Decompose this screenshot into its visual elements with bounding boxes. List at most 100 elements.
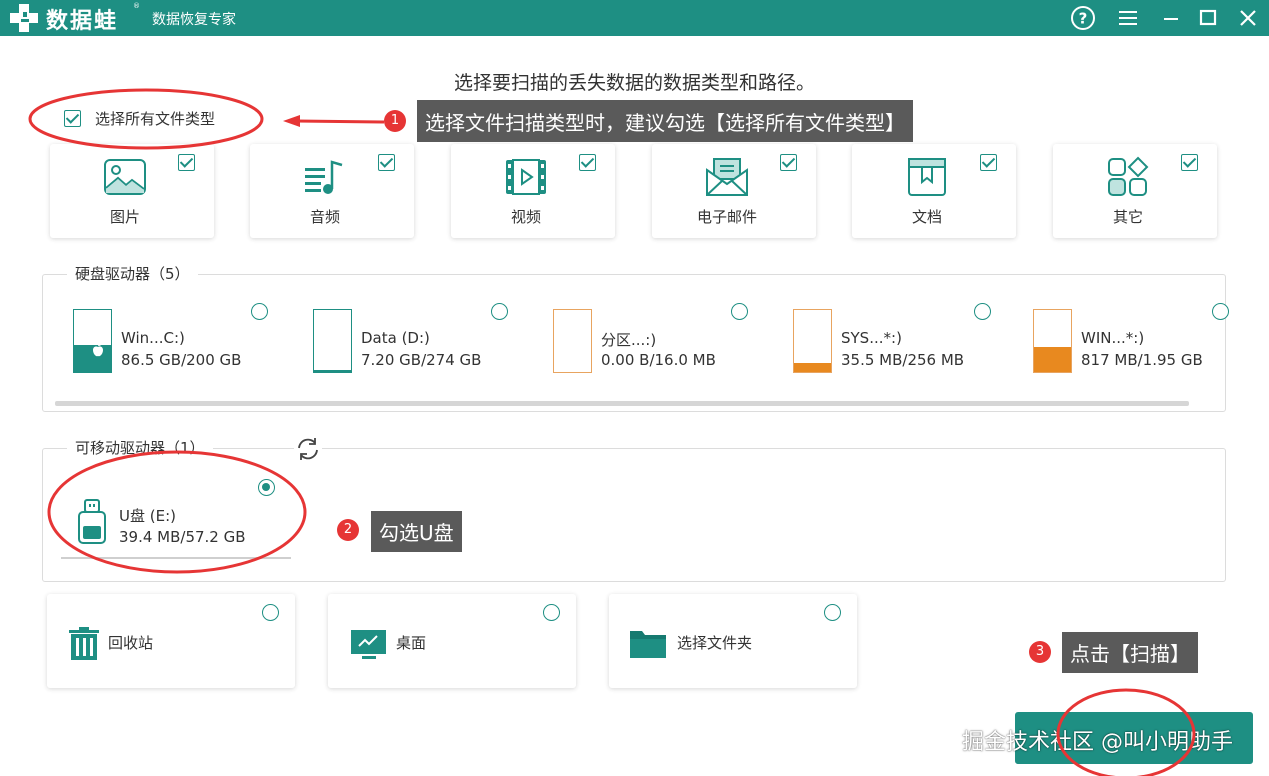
file-type-card-document[interactable]: 文档 (852, 144, 1016, 238)
annotation-arrowhead (283, 115, 300, 127)
file-type-card-email[interactable]: 电子邮件 (652, 144, 816, 238)
menu-icon (1119, 11, 1137, 25)
menu-button[interactable] (1114, 4, 1142, 32)
close-icon (1240, 10, 1256, 26)
drive-usage-fill (794, 363, 831, 372)
refresh-icon[interactable] (294, 436, 322, 462)
drive-item-win[interactable]: WIN...*:) 817 MB/1.95 GB (1003, 303, 1233, 377)
drive-name: WIN...*:) (1081, 329, 1145, 347)
callout-2: 勾选U盘 (371, 511, 462, 552)
location-radio[interactable] (543, 604, 560, 621)
drive-usage-fill (314, 370, 351, 372)
drive-size: 86.5 GB/200 GB (121, 351, 242, 369)
audio-icon (305, 160, 343, 194)
file-type-label: 图片 (109, 208, 140, 226)
document-icon (908, 158, 946, 196)
registered-mark: ® (133, 2, 140, 10)
drive-usage-bar (553, 309, 592, 373)
removable-drives-title: 可移动驱动器（1） (67, 437, 213, 458)
file-type-card-image[interactable]: 图片 (50, 144, 214, 238)
usb-drive-icon (78, 499, 106, 544)
location-card-desktop[interactable]: 桌面 (328, 594, 576, 688)
drive-item-c[interactable]: Win...C:) 86.5 GB/200 GB (43, 303, 273, 377)
drive-radio[interactable] (731, 303, 748, 320)
drive-item-sys[interactable]: SYS...*:) 35.5 MB/256 MB (763, 303, 993, 377)
location-label: 选择文件夹 (677, 634, 753, 652)
minimize-icon (1164, 18, 1178, 20)
app-logo-icon (10, 4, 38, 32)
drive-item-partition[interactable]: 分区...:) 0.00 B/16.0 MB (523, 303, 753, 377)
file-type-label: 音频 (309, 208, 340, 226)
checkbox-checked-icon[interactable] (980, 154, 997, 171)
drive-name: Data (D:) (361, 329, 430, 347)
recycle-bin-icon (69, 627, 99, 660)
callout-text: 点击【扫描】 (1070, 642, 1190, 666)
drive-size: 35.5 MB/256 MB (841, 351, 965, 369)
location-card-select-folder[interactable]: 选择文件夹 (609, 594, 857, 688)
os-logo-icon (93, 343, 103, 357)
drive-usage-bar (73, 309, 112, 373)
usb-drive-usage-bar (61, 557, 291, 559)
checkbox-checked-icon[interactable] (1181, 154, 1198, 171)
drive-name: SYS...*:) (841, 329, 902, 347)
drive-radio[interactable] (1212, 303, 1229, 320)
hard-drives-section: 硬盘驱动器（5） Win...C:) 86.5 GB/200 GB Data (… (42, 263, 1229, 412)
file-type-label: 文档 (911, 208, 942, 226)
location-label: 回收站 (108, 634, 154, 652)
drive-radio[interactable] (974, 303, 991, 320)
usb-drive-radio-selected[interactable] (258, 479, 275, 496)
location-card-recycle-bin[interactable]: 回收站 (47, 594, 295, 688)
drive-radio[interactable] (251, 303, 268, 320)
drive-name: 分区...:) (601, 331, 657, 349)
callout-badge-2: 2 (337, 519, 359, 541)
hard-drives-title: 硬盘驱动器（5） (67, 263, 198, 284)
drive-size: 7.20 GB/274 GB (361, 351, 482, 369)
minimize-button[interactable] (1157, 4, 1185, 32)
image-icon (104, 159, 146, 195)
drive-item-d[interactable]: Data (D:) 7.20 GB/274 GB (283, 303, 513, 377)
drive-usage-bar (313, 309, 352, 373)
checkbox-checked-icon[interactable] (178, 154, 195, 171)
callout-text: 选择文件扫描类型时，建议勾选【选择所有文件类型】 (425, 110, 905, 135)
select-all-checkbox[interactable]: 选择所有文件类型 (64, 108, 215, 128)
file-type-card-video[interactable]: 视频 (451, 144, 615, 238)
checkbox-checked-icon[interactable] (780, 154, 797, 171)
close-button[interactable] (1234, 4, 1262, 32)
checkbox-checked-icon[interactable] (579, 154, 596, 171)
removable-drives-section: 可移动驱动器（1） U盘 (E:) 39.4 MB/57.2 GB (42, 436, 1226, 582)
drive-radio[interactable] (491, 303, 508, 320)
usb-drive-name: U盘 (E:) (119, 507, 176, 525)
callout-badge-3: 3 (1029, 641, 1051, 663)
checkbox-checked-icon[interactable] (378, 154, 395, 171)
drive-usage-bar (1033, 309, 1072, 373)
file-type-label: 其它 (1112, 208, 1143, 226)
location-radio[interactable] (262, 604, 279, 621)
app-subtitle: 数据恢复专家 (152, 12, 236, 28)
video-icon (506, 159, 546, 195)
callout-badge-1: 1 (384, 110, 406, 132)
select-all-label: 选择所有文件类型 (95, 109, 216, 128)
checkbox-checked-icon (64, 109, 81, 127)
drive-size: 0.00 B/16.0 MB (601, 351, 716, 369)
svg-text:?: ? (1079, 10, 1088, 28)
maximize-icon (1199, 9, 1217, 26)
page-heading: 选择要扫描的丢失数据的数据类型和路径。 (453, 72, 815, 94)
email-icon (706, 158, 748, 196)
location-radio[interactable] (824, 604, 841, 621)
file-type-card-other[interactable]: 其它 (1053, 144, 1217, 238)
horizontal-scrollbar[interactable] (55, 401, 1189, 406)
usb-drive-size: 39.4 MB/57.2 GB (119, 528, 246, 546)
file-type-card-audio[interactable]: 音频 (250, 144, 414, 238)
drive-usage-bar (793, 309, 832, 373)
drive-name: Win...C:) (121, 329, 185, 347)
help-button[interactable]: ? (1069, 4, 1097, 32)
location-label: 桌面 (396, 634, 427, 652)
annotation-arrow (295, 119, 385, 124)
drive-usage-fill (1034, 346, 1071, 372)
maximize-button[interactable] (1194, 4, 1222, 32)
help-icon: ? (1071, 6, 1095, 30)
callout-text: 勾选U盘 (379, 521, 454, 545)
watermark: 掘金技术社区 @叫小明助手 (962, 730, 1233, 755)
usb-drive-item[interactable]: U盘 (E:) 39.4 MB/57.2 GB (43, 469, 293, 559)
other-icon (1108, 156, 1149, 196)
